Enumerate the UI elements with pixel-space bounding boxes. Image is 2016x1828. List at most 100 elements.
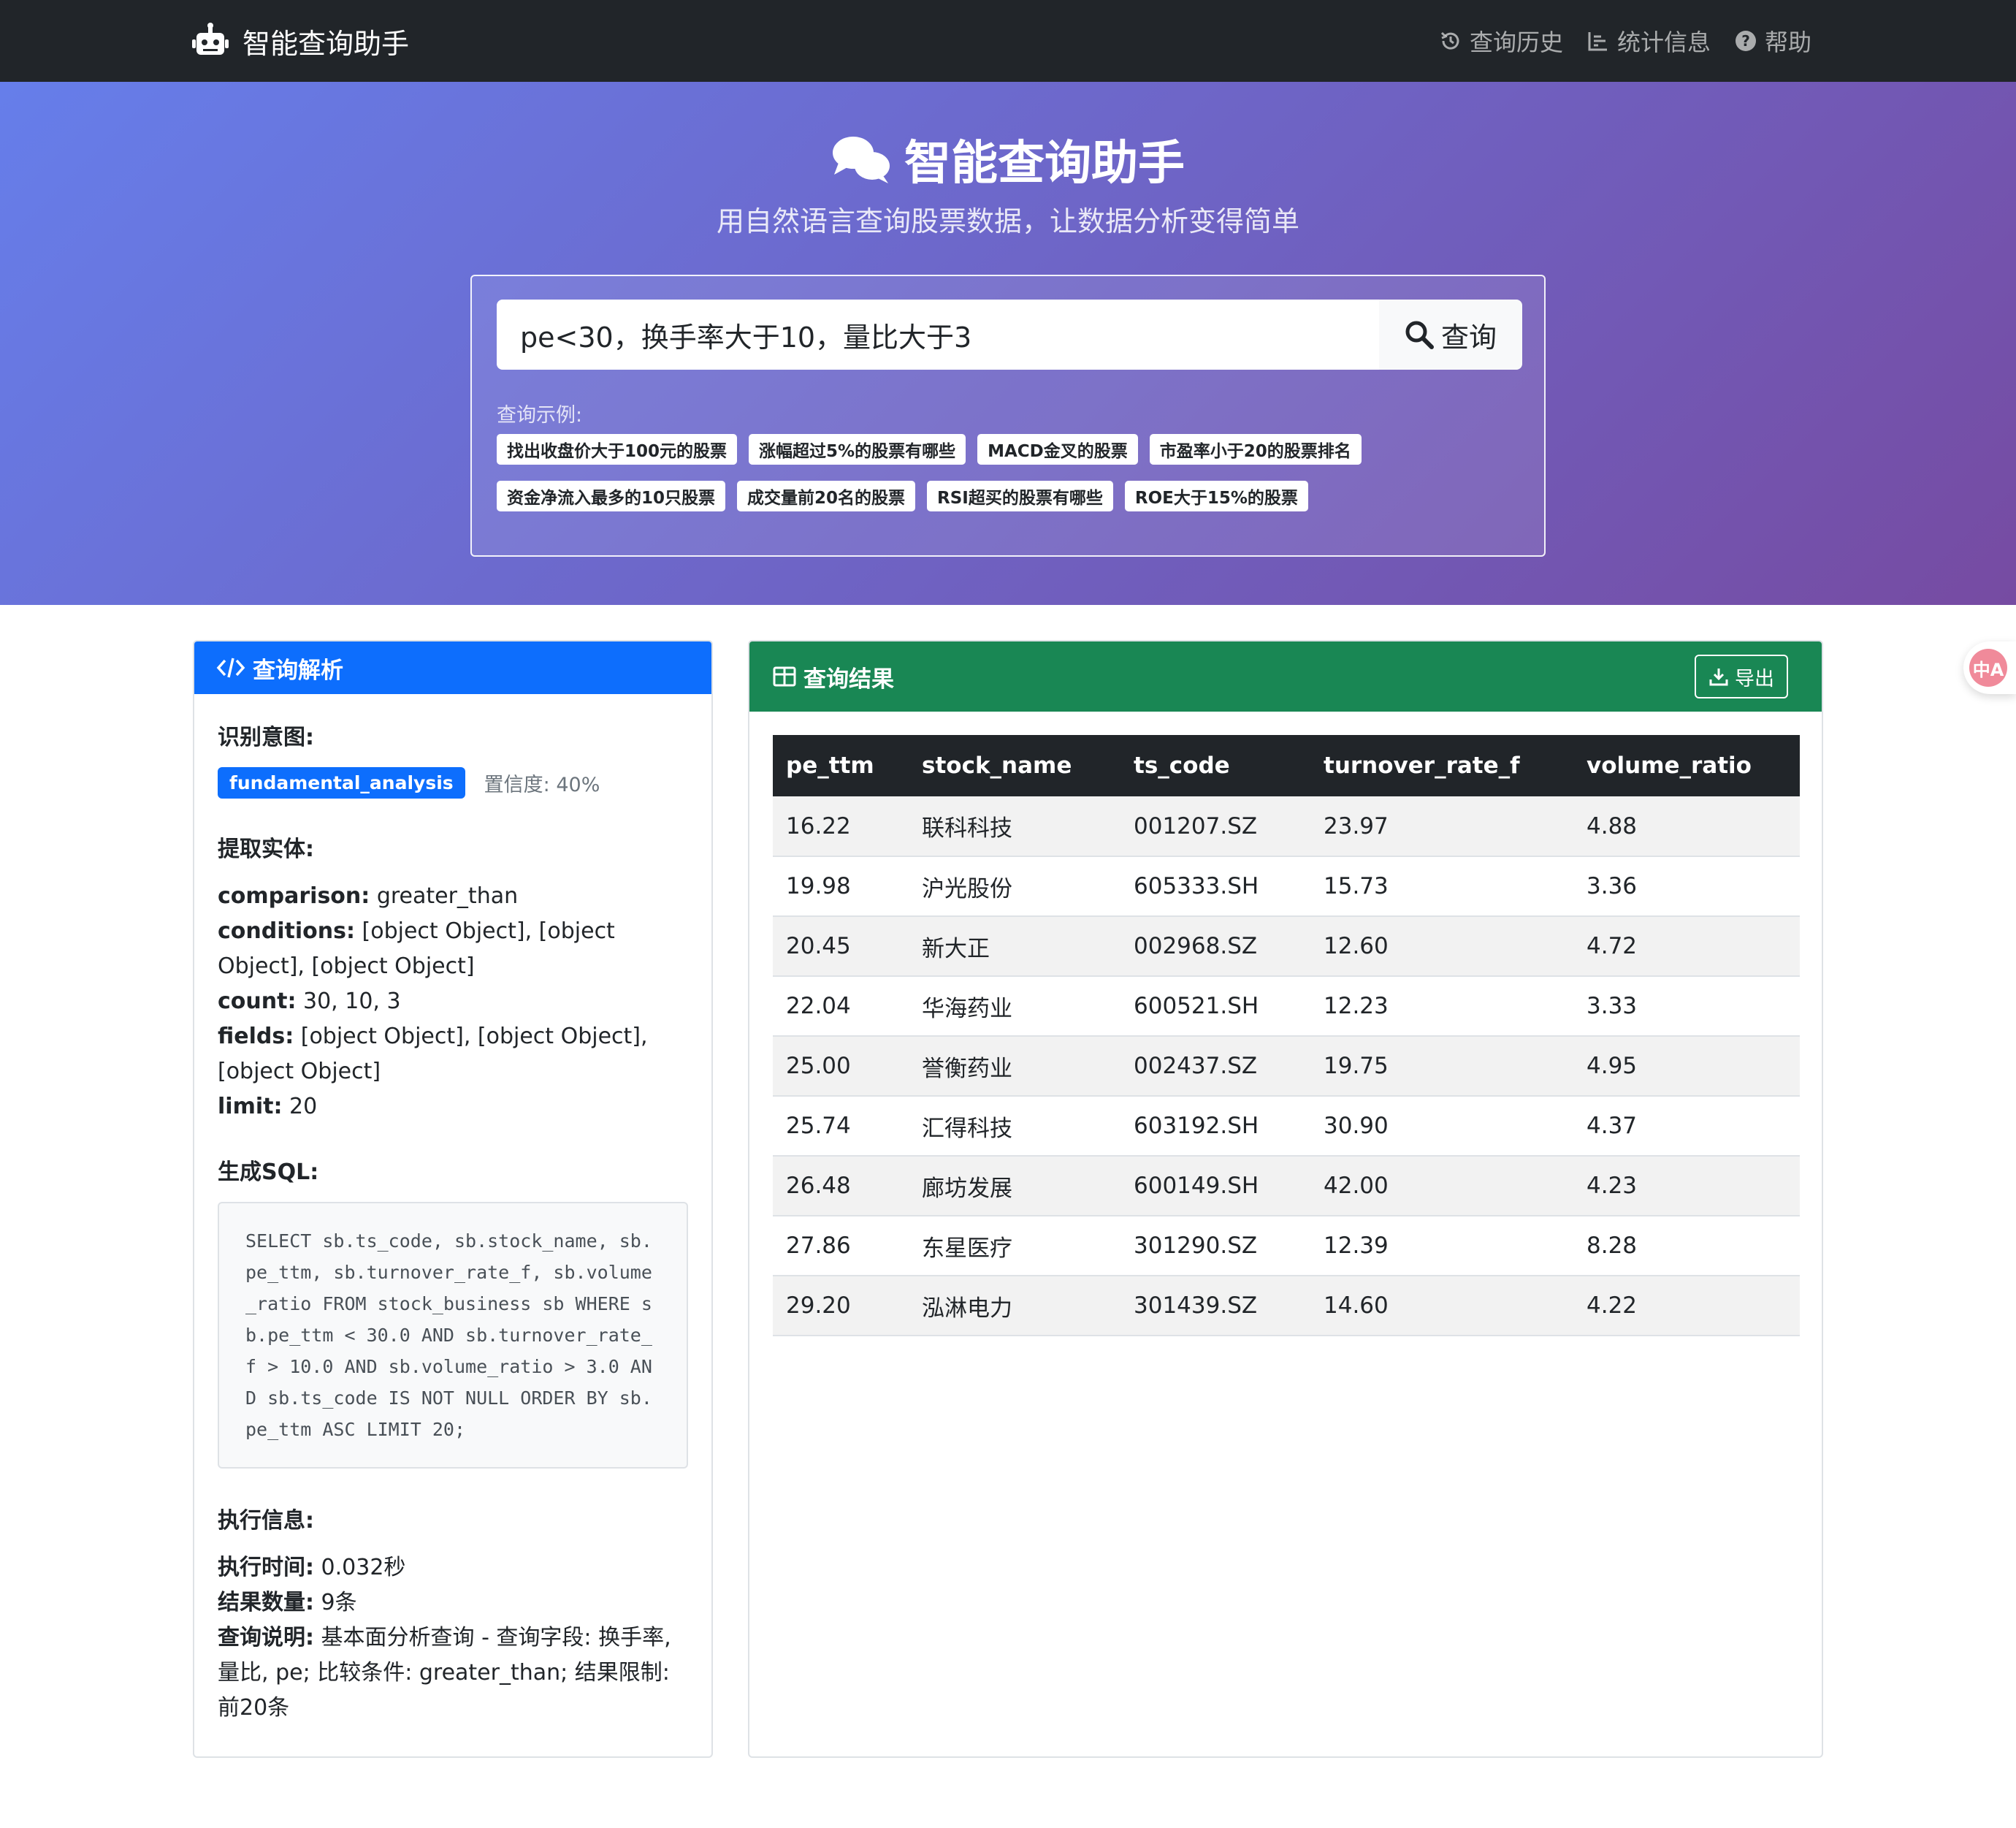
- nav-stats-label: 统计信息: [1616, 28, 1711, 56]
- table-cell: 19.75: [1310, 1036, 1573, 1097]
- table-cell: 誉衡药业: [909, 1036, 1120, 1097]
- table-cell: 29.20: [773, 1276, 909, 1336]
- table-cell: 联科科技: [909, 796, 1120, 857]
- table-row: 16.22 联科科技 001207.SZ 23.97 4.88: [773, 796, 1800, 857]
- nav-help-label: 帮助: [1764, 28, 1811, 56]
- bar-chart-icon: [1588, 32, 1607, 51]
- table-cell: 600149.SH: [1120, 1156, 1310, 1216]
- table-cell: 8.28: [1573, 1216, 1800, 1276]
- intent-heading: 识别意图:: [218, 725, 314, 750]
- table-row: 27.86 东星医疗 301290.SZ 12.39 8.28: [773, 1216, 1800, 1276]
- table-cell: 30.90: [1310, 1096, 1573, 1157]
- table-cell: 4.23: [1573, 1156, 1800, 1216]
- examples-row-1: 找出收盘价大于100元的股票 涨幅超过5%的股票有哪些 MACD金叉的股票 市盈…: [497, 434, 1522, 465]
- table-cell: 42.00: [1310, 1156, 1573, 1216]
- search-card: 查询 查询示例: 找出收盘价大于100元的股票 涨幅超过5%的股票有哪些 MAC…: [470, 275, 1546, 557]
- entity-value: greater_than: [370, 883, 519, 909]
- results-header: 查询结果 导出: [749, 641, 1822, 712]
- table-cell: 301439.SZ: [1120, 1276, 1310, 1336]
- table-cell: 3.36: [1573, 856, 1800, 917]
- examples-row-2: 资金净流入最多的10只股票 成交量前20名的股票 RSI超买的股票有哪些 ROE…: [497, 481, 1522, 511]
- table-cell: 12.23: [1310, 976, 1573, 1037]
- nav-history-label: 查询历史: [1469, 28, 1563, 56]
- table-cell: 301290.SZ: [1120, 1216, 1310, 1276]
- hero-subtitle: 用自然语言查询股票数据，让数据分析变得简单: [716, 205, 1299, 237]
- table-cell: 603192.SH: [1120, 1096, 1310, 1157]
- search-button-label: 查询: [1440, 321, 1497, 354]
- export-button-label: 导出: [1735, 667, 1774, 690]
- column-header[interactable]: turnover_rate_f: [1310, 735, 1573, 796]
- column-header[interactable]: ts_code: [1120, 735, 1310, 796]
- hero: 智能查询助手 用自然语言查询股票数据，让数据分析变得简单 查询 查询示例: 找出…: [0, 82, 2016, 605]
- exec-item: 结果数量: 9条: [218, 1585, 688, 1621]
- search-icon: [1405, 321, 1434, 349]
- table-icon: [773, 666, 796, 687]
- column-header[interactable]: stock_name: [909, 735, 1120, 796]
- entity-value: 20: [282, 1094, 318, 1119]
- example-chip[interactable]: 找出收盘价大于100元的股票: [497, 434, 738, 465]
- results-header-title: 查询结果: [803, 666, 894, 693]
- entities-heading: 提取实体:: [218, 837, 314, 862]
- brand-title: 智能查询助手: [243, 27, 410, 60]
- table-cell: 20.45: [773, 916, 909, 977]
- column-header[interactable]: volume_ratio: [1573, 735, 1800, 796]
- table-cell: 廊坊发展: [909, 1156, 1120, 1216]
- results-table: pe_ttm stock_name ts_code turnover_rate_…: [773, 735, 1800, 1336]
- entity-item: fields: [object Object], [object Object]…: [218, 1019, 688, 1089]
- example-chip[interactable]: MACD金叉的股票: [977, 434, 1138, 465]
- exec-item: 执行时间: 0.032秒: [218, 1550, 688, 1585]
- example-chip[interactable]: RSI超买的股票有哪些: [927, 481, 1113, 511]
- entity-item: comparison: greater_than: [218, 879, 688, 914]
- example-chip[interactable]: 资金净流入最多的10只股票: [497, 481, 726, 511]
- table-cell: 001207.SZ: [1120, 796, 1310, 857]
- chat-bubbles-icon: [833, 137, 890, 183]
- column-header[interactable]: pe_ttm: [773, 735, 909, 796]
- nav-help[interactable]: ? 帮助: [1734, 24, 1811, 58]
- table-header-row: pe_ttm stock_name ts_code turnover_rate_…: [773, 735, 1800, 796]
- exec-heading: 执行信息:: [218, 1508, 314, 1534]
- entity-key: conditions:: [218, 918, 355, 944]
- example-chip[interactable]: 市盈率小于20的股票排名: [1149, 434, 1362, 465]
- example-chip[interactable]: 涨幅超过5%的股票有哪些: [749, 434, 966, 465]
- table-row: 25.00 誉衡药业 002437.SZ 19.75 4.95: [773, 1036, 1800, 1097]
- examples: 找出收盘价大于100元的股票 涨幅超过5%的股票有哪些 MACD金叉的股票 市盈…: [497, 434, 1522, 528]
- exec-key: 结果数量:: [218, 1590, 314, 1615]
- entity-key: fields:: [218, 1024, 294, 1049]
- robot-icon: [192, 23, 229, 55]
- confidence-text: 置信度: 40%: [484, 774, 600, 796]
- table-cell: 22.04: [773, 976, 909, 1037]
- example-chip[interactable]: ROE大于15%的股票: [1124, 481, 1308, 511]
- nav-history[interactable]: 查询历史: [1439, 24, 1563, 58]
- table-cell: 4.88: [1573, 796, 1800, 857]
- navbar: 智能查询助手 查询历史 统计信息 ? 帮助: [0, 0, 2016, 82]
- download-icon: [1709, 669, 1728, 686]
- entity-item: limit: 20: [218, 1089, 688, 1124]
- entity-item: conditions: [object Object], [object Obj…: [218, 914, 688, 984]
- table-cell: 15.73: [1310, 856, 1573, 917]
- entity-item: count: 30, 10, 3: [218, 984, 688, 1019]
- intent-row: fundamental_analysis 置信度: 40%: [218, 767, 688, 799]
- nav-stats[interactable]: 统计信息: [1587, 24, 1711, 58]
- search-input[interactable]: [497, 300, 1379, 370]
- table-cell: 泓淋电力: [909, 1276, 1120, 1336]
- export-button[interactable]: 导出: [1695, 655, 1788, 698]
- exec-value: 9条: [314, 1590, 357, 1615]
- sql-heading: 生成SQL:: [218, 1159, 319, 1185]
- table-row: 22.04 华海药业 600521.SH 12.23 3.33: [773, 976, 1800, 1037]
- hero-title-text: 智能查询助手: [904, 137, 1185, 191]
- examples-label: 查询示例:: [497, 404, 583, 427]
- table-row: 19.98 沪光股份 605333.SH 15.73 3.36: [773, 856, 1800, 917]
- brand[interactable]: 智能查询助手: [191, 20, 409, 61]
- analysis-header-title: 查询解析: [253, 657, 343, 684]
- entity-value: 30, 10, 3: [296, 989, 401, 1014]
- example-chip[interactable]: 成交量前20名的股票: [737, 481, 916, 511]
- entity-key: limit:: [218, 1094, 283, 1119]
- entity-key: comparison:: [218, 883, 370, 909]
- svg-text:?: ?: [1741, 32, 1750, 50]
- translate-float-button[interactable]: 中A: [1963, 641, 2016, 694]
- search-button[interactable]: 查询: [1379, 300, 1522, 370]
- table-cell: 12.60: [1310, 916, 1573, 977]
- translate-icon: 中A: [1969, 649, 2007, 687]
- table-cell: 002968.SZ: [1120, 916, 1310, 977]
- table-cell: 605333.SH: [1120, 856, 1310, 917]
